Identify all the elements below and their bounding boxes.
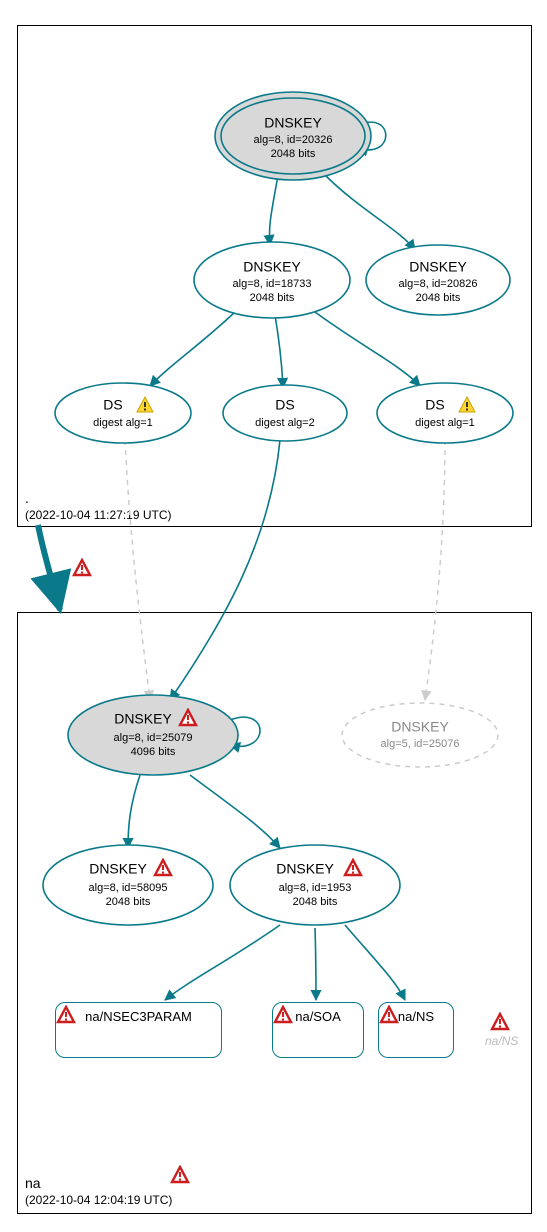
- rr-soa: na/SOA: [272, 1002, 364, 1058]
- svg-text:DNSKEY: DNSKEY: [276, 861, 334, 877]
- svg-text:alg=8, id=20826: alg=8, id=20826: [399, 278, 478, 290]
- zone-na-error-icon: [172, 1167, 188, 1182]
- node-dnskey-root-ksk: DNSKEY alg=8, id=20326 2048 bits: [215, 92, 371, 180]
- error-icon: [492, 1014, 508, 1029]
- svg-text:DS: DS: [103, 397, 122, 413]
- rr-nsec3param: na/NSEC3PARAM: [55, 1002, 222, 1058]
- svg-text:alg=8, id=25079: alg=8, id=25079: [114, 732, 193, 744]
- svg-text:DS: DS: [425, 397, 444, 413]
- svg-text:alg=8, id=58095: alg=8, id=58095: [89, 882, 168, 894]
- delegation-error-icon: [74, 560, 90, 575]
- node-dnskey-na-ghost: DNSKEY alg=5, id=25076: [342, 703, 498, 767]
- svg-text:DNSKEY: DNSKEY: [89, 861, 147, 877]
- svg-text:DNSKEY: DNSKEY: [243, 259, 301, 275]
- svg-text:alg=8, id=18733: alg=8, id=18733: [233, 278, 312, 290]
- svg-text:DNSKEY: DNSKEY: [264, 115, 322, 131]
- svg-text:DS: DS: [275, 397, 294, 413]
- node-ds-alg1-left: DS digest alg=1: [55, 383, 191, 443]
- svg-text:digest alg=2: digest alg=2: [255, 417, 315, 429]
- svg-text:DNSKEY: DNSKEY: [409, 259, 467, 275]
- svg-text:alg=8, id=20326: alg=8, id=20326: [254, 134, 333, 146]
- rr-ns-ghost: na/NS: [485, 1034, 518, 1048]
- node-dnskey-na-1953: DNSKEY alg=8, id=1953 2048 bits: [230, 845, 400, 925]
- error-icon: [275, 1007, 291, 1022]
- svg-text:DNSKEY: DNSKEY: [114, 711, 172, 727]
- svg-text:digest alg=1: digest alg=1: [415, 417, 475, 429]
- node-dnskey-root-20826: DNSKEY alg=8, id=20826 2048 bits: [366, 245, 510, 315]
- svg-text:2048 bits: 2048 bits: [106, 896, 151, 908]
- svg-text:2048 bits: 2048 bits: [293, 896, 338, 908]
- svg-text:alg=5, id=25076: alg=5, id=25076: [381, 738, 460, 750]
- rr-ns: na/NS: [378, 1002, 454, 1058]
- node-dnskey-na-58095: DNSKEY alg=8, id=58095 2048 bits: [43, 845, 213, 925]
- svg-text:digest alg=1: digest alg=1: [93, 417, 153, 429]
- node-dnskey-na-ksk: DNSKEY alg=8, id=25079 4096 bits: [68, 695, 238, 775]
- svg-text:alg=8, id=1953: alg=8, id=1953: [279, 882, 352, 894]
- svg-text:2048 bits: 2048 bits: [416, 292, 461, 304]
- svg-text:2048 bits: 2048 bits: [250, 292, 295, 304]
- node-dnskey-root-18733: DNSKEY alg=8, id=18733 2048 bits: [194, 242, 350, 318]
- svg-text:2048 bits: 2048 bits: [271, 148, 316, 160]
- node-ds-alg2: DS digest alg=2: [223, 385, 347, 441]
- error-icon: [381, 1007, 397, 1022]
- svg-text:4096 bits: 4096 bits: [131, 746, 176, 758]
- error-icon: [58, 1007, 74, 1022]
- node-ds-alg1-right: DS digest alg=1: [377, 383, 513, 443]
- svg-text:DNSKEY: DNSKEY: [391, 719, 449, 735]
